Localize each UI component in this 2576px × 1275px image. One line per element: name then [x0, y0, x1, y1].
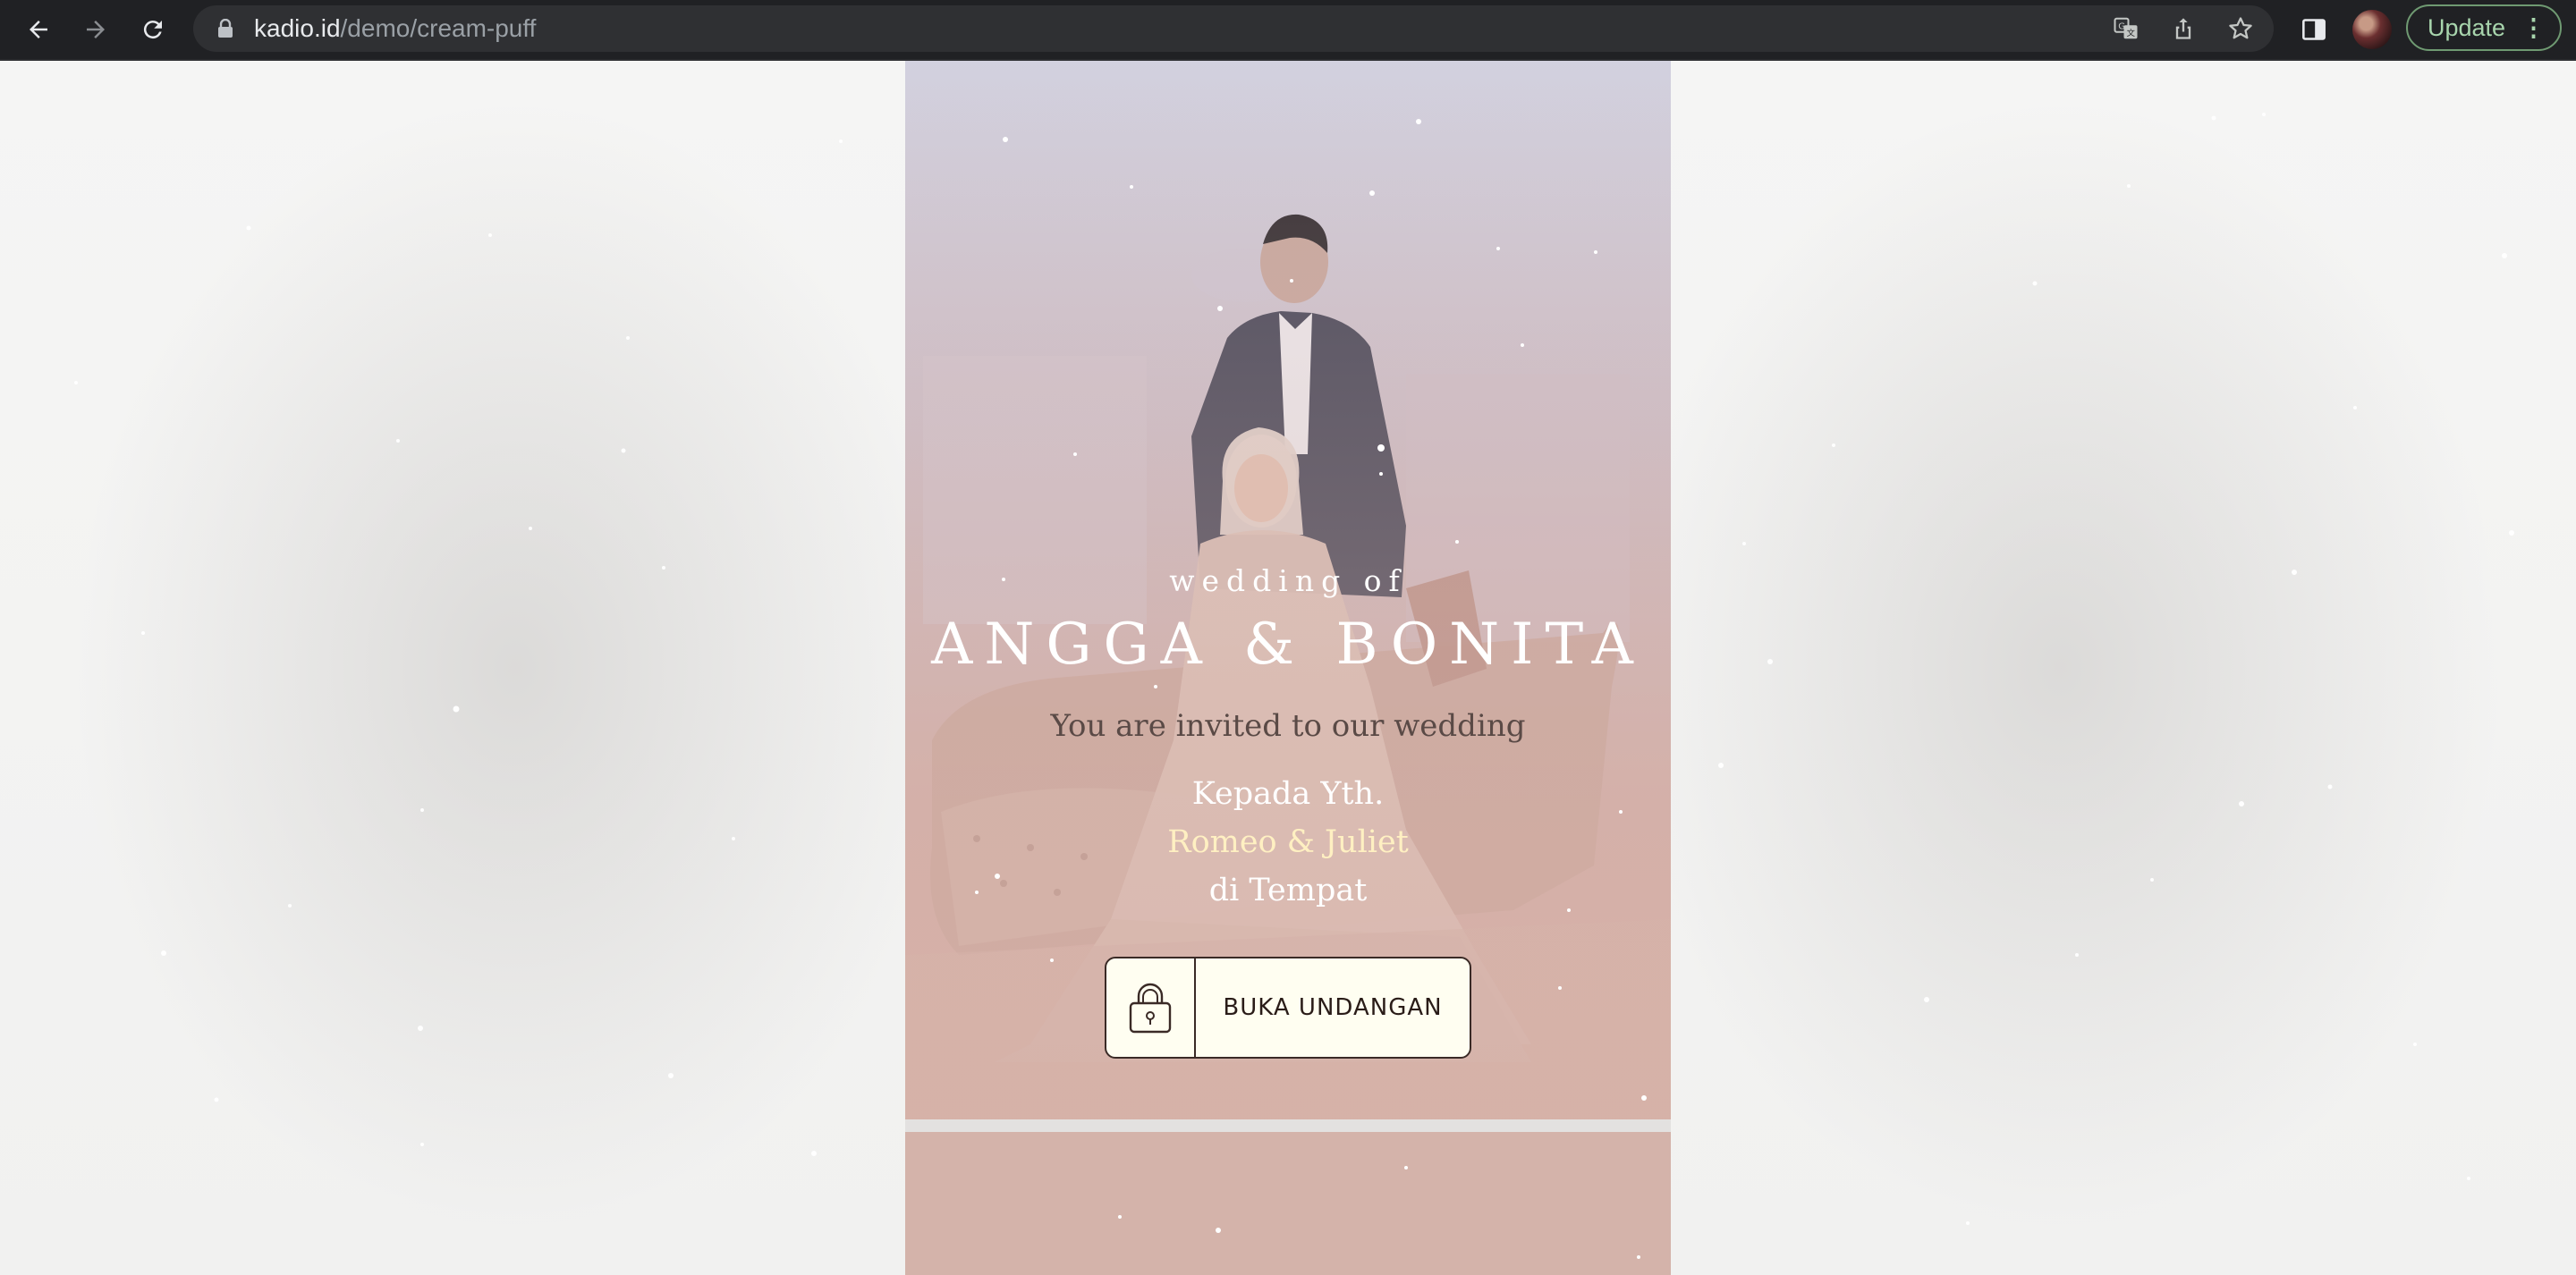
svg-text:G: G [2118, 22, 2125, 32]
lock-icon [218, 19, 233, 38]
update-button[interactable]: Update ⋮ [2406, 4, 2562, 51]
padlock-icon [1129, 983, 1172, 1034]
invitation-panel: wedding of ANGGA & BONITA You are invite… [905, 61, 1671, 1275]
forward-button[interactable] [73, 7, 118, 52]
share-button[interactable] [2165, 10, 2202, 47]
open-button-label: BUKA UNDANGAN [1223, 994, 1443, 1021]
back-button[interactable] [16, 7, 61, 52]
update-label: Update [2428, 14, 2506, 41]
location-line: di Tempat [1208, 873, 1368, 908]
open-invitation-button[interactable]: BUKA UNDANGAN [1105, 957, 1471, 1059]
address-bar[interactable]: kadio.id/demo/cream-puff G 文 [193, 5, 2274, 52]
next-section [905, 1132, 1671, 1275]
cover-section: wedding of ANGGA & BONITA You are invite… [905, 61, 1671, 1119]
bookmark-star-icon [2229, 17, 2252, 39]
url-text: kadio.id/demo/cream-puff [254, 5, 536, 52]
guest-name: Romeo & Juliet [1167, 824, 1409, 860]
back-arrow-icon [30, 21, 47, 38]
couple-names: ANGGA & BONITA [931, 612, 1645, 678]
translate-button[interactable]: G 文 [2107, 10, 2145, 47]
share-icon [2175, 18, 2191, 39]
bookmark-button[interactable] [2222, 10, 2259, 47]
next-section-snow [1118, 1166, 1640, 1259]
reload-icon [143, 21, 162, 39]
forward-arrow-icon [87, 21, 105, 38]
translate-icon: G 文 [2114, 17, 2138, 39]
section-divider [905, 1119, 1671, 1132]
kebab-menu-icon[interactable]: ⋮ [2521, 6, 2546, 49]
salutation: Kepada Yth. [1191, 776, 1385, 812]
side-panel-button[interactable] [2292, 7, 2336, 52]
url-path: /demo/cream-puff [340, 14, 537, 42]
profile-avatar[interactable] [2352, 10, 2392, 49]
side-panel-icon [2302, 19, 2326, 40]
lock-box [1106, 958, 1196, 1057]
pre-title: wedding of [1169, 563, 1407, 598]
svg-text:文: 文 [2127, 28, 2136, 38]
browser-toolbar: kadio.id/demo/cream-puff G 文 Update ⋮ [0, 0, 2576, 61]
reload-button[interactable] [131, 7, 175, 52]
invited-text: You are invited to our wedding [1050, 708, 1526, 744]
url-host: kadio.id [254, 14, 341, 42]
page-background: wedding of ANGGA & BONITA You are invite… [0, 61, 2576, 1275]
